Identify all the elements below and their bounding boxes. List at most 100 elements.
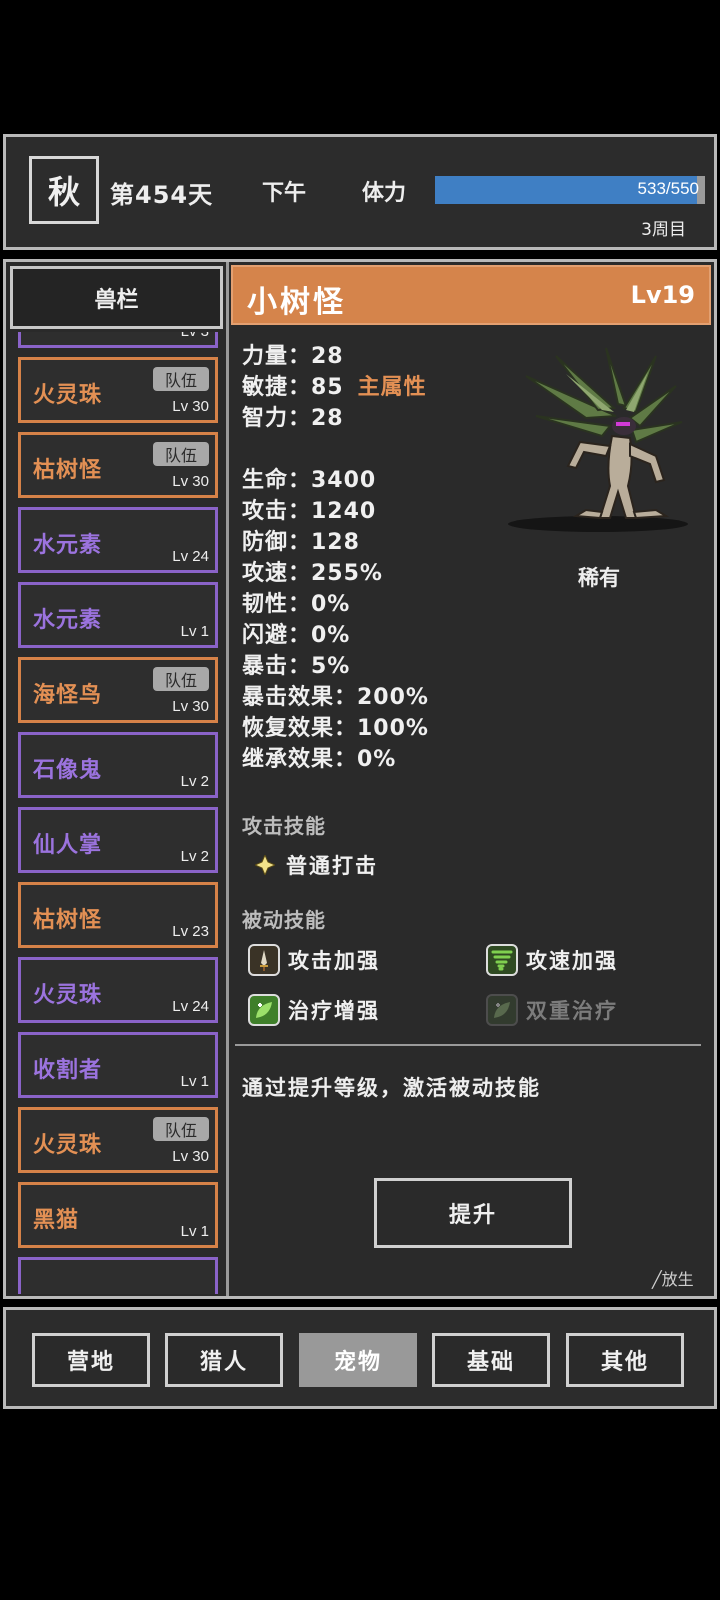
nav-camp[interactable]: 营地	[32, 1333, 150, 1387]
skills-divider	[235, 1044, 701, 1046]
pen-tab[interactable]: 兽栏	[10, 266, 223, 329]
panel-divider	[226, 262, 229, 1296]
pet-list-item[interactable]	[18, 1257, 218, 1294]
pet-list-item-level: Lv 1	[180, 1073, 209, 1090]
tree-monster-portrait	[508, 347, 688, 532]
attack-skill-heading: 攻击技能	[242, 814, 326, 838]
time-of-day: 下午	[262, 181, 307, 206]
pet-list-item[interactable]: 枯树怪 Lv 23	[18, 882, 218, 948]
pet-list-item-level: Lv 24	[172, 998, 209, 1015]
attack-skill[interactable]: 普通打击	[252, 850, 378, 880]
pet-list-item-level: Lv 2	[180, 848, 209, 865]
team-badge: 队伍	[153, 367, 209, 391]
pet-list-item-level: Lv 30	[172, 1148, 209, 1165]
stat-inherit-effect: 继承效果：0%	[242, 747, 397, 772]
passive-skill-double-heal[interactable]: 双重治疗	[486, 994, 618, 1026]
pet-list-item[interactable]: Lv 3	[18, 332, 218, 348]
nav-basic[interactable]: 基础	[432, 1333, 550, 1387]
stat-heal-effect: 恢复效果：100%	[242, 716, 429, 741]
double-heal-leaf-icon	[486, 994, 518, 1026]
pet-list-item-name: 枯树怪	[33, 908, 103, 933]
stat-agility: 敏捷：85	[242, 375, 344, 400]
pet-list-item-name: 黑猫	[33, 1208, 80, 1233]
pet-list-item-name: 收割者	[33, 1058, 103, 1083]
pet-list-item[interactable]: 收割者 Lv 1	[18, 1032, 218, 1098]
stat-agility-row: 敏捷：85 主属性	[242, 369, 427, 401]
passive-skill-name: 治疗增强	[288, 999, 380, 1023]
pet-list-item[interactable]: 火灵珠 Lv 30 队伍	[18, 1107, 218, 1173]
pet-list-item-level: Lv 30	[172, 698, 209, 715]
pet-list-item-level: Lv 1	[180, 1223, 209, 1240]
status-header: 秋 第454天 下午 体力 533/550 3周目	[3, 134, 717, 250]
attack-skill-name: 普通打击	[286, 854, 378, 878]
pet-list-item-name: 火灵珠	[33, 983, 103, 1008]
team-badge: 队伍	[153, 442, 209, 466]
pet-list-item-name: 火灵珠	[33, 1133, 103, 1158]
pet-list-item[interactable]: 水元素 Lv 24	[18, 507, 218, 573]
rarity-label: 稀有	[578, 566, 620, 590]
cycle-counter: 3周目	[641, 220, 686, 240]
passive-skill-speed-boost[interactable]: 攻速加强	[486, 944, 618, 976]
pet-list-item-level: Lv 23	[172, 923, 209, 940]
pet-list-item[interactable]: 仙人掌 Lv 2	[18, 807, 218, 873]
stamina-value: 533/550	[637, 179, 699, 198]
tornado-icon	[486, 944, 518, 976]
pet-list-item[interactable]: 火灵珠 Lv 30 队伍	[18, 357, 218, 423]
pet-list-item-name: 石像鬼	[33, 758, 103, 783]
sparkle-icon	[252, 852, 278, 878]
day-counter: 第454天	[110, 181, 214, 209]
pet-list-item[interactable]: 黑猫 Lv 1	[18, 1182, 218, 1248]
stat-strength: 力量：28	[242, 344, 344, 369]
pet-detail-header: 小树怪 Lv19	[231, 265, 711, 325]
stamina-bar: 533/550	[435, 176, 705, 204]
stat-crit: 暴击：5%	[242, 654, 351, 679]
passive-skill-heading: 被动技能	[242, 908, 326, 932]
stat-toughness: 韧性：0%	[242, 592, 351, 617]
team-badge: 队伍	[153, 667, 209, 691]
upgrade-button[interactable]: 提升	[374, 1178, 572, 1248]
pet-list-item[interactable]: 火灵珠 Lv 24	[18, 957, 218, 1023]
pet-list-item-name: 水元素	[33, 608, 103, 633]
team-badge: 队伍	[153, 1117, 209, 1141]
stat-attack: 攻击：1240	[242, 499, 377, 524]
pet-list-item-level: Lv 2	[180, 773, 209, 790]
passive-skill-heal-boost[interactable]: 治疗增强	[248, 994, 380, 1026]
pet-list-item[interactable]: 枯树怪 Lv 30 队伍	[18, 432, 218, 498]
nav-hunter[interactable]: 猎人	[165, 1333, 283, 1387]
passive-skill-name: 攻击加强	[288, 949, 380, 973]
heal-leaf-icon	[248, 994, 280, 1026]
stat-hp: 生命：3400	[242, 468, 377, 493]
pet-list-item[interactable]: 石像鬼 Lv 2	[18, 732, 218, 798]
stat-dodge: 闪避：0%	[242, 623, 351, 648]
main-attribute-tag: 主属性	[357, 375, 427, 400]
pet-list-item-name: 枯树怪	[33, 458, 103, 483]
pet-name-title: 小树怪	[247, 285, 346, 320]
pet-list-item-level: Lv 1	[180, 623, 209, 640]
pet-list-item-name: 火灵珠	[33, 383, 103, 408]
pet-list-item-level: Lv 30	[172, 398, 209, 415]
stat-attack-speed: 攻速：255%	[242, 561, 383, 586]
season-indicator: 秋	[29, 156, 99, 224]
pet-list-item[interactable]: 水元素 Lv 1	[18, 582, 218, 648]
passive-skill-name: 双重治疗	[526, 999, 618, 1023]
pet-list-item-name: 海怪鸟	[33, 683, 103, 708]
passive-skill-name: 攻速加强	[526, 949, 618, 973]
pet-level: Lv19	[630, 281, 695, 309]
passive-skill-attack-boost[interactable]: 攻击加强	[248, 944, 380, 976]
pet-list-item-name: 水元素	[33, 533, 103, 558]
release-button[interactable]: ╱放生	[652, 1266, 694, 1290]
stat-intellect: 智力：28	[242, 406, 344, 431]
pet-list[interactable]: Lv 3火灵珠Lv 30队伍枯树怪Lv 30队伍水元素Lv 24水元素Lv 1海…	[10, 332, 225, 1294]
stat-defense: 防御：128	[242, 530, 360, 555]
stamina-label: 体力	[362, 181, 407, 206]
pet-list-item-level: Lv 24	[172, 548, 209, 565]
pet-list-item[interactable]: 海怪鸟 Lv 30 队伍	[18, 657, 218, 723]
nav-pet[interactable]: 宠物	[299, 1333, 417, 1387]
nav-other[interactable]: 其他	[566, 1333, 684, 1387]
upgrade-hint: 通过提升等级，激活被动技能	[242, 1076, 541, 1100]
pet-list-item-level: Lv 30	[172, 473, 209, 490]
bottom-nav: 营地 猎人 宠物 基础 其他	[3, 1307, 717, 1409]
pet-list-item-name: 仙人掌	[33, 833, 103, 858]
stat-crit-effect: 暴击效果：200%	[242, 685, 429, 710]
pet-list-item-level: Lv 3	[181, 332, 209, 340]
